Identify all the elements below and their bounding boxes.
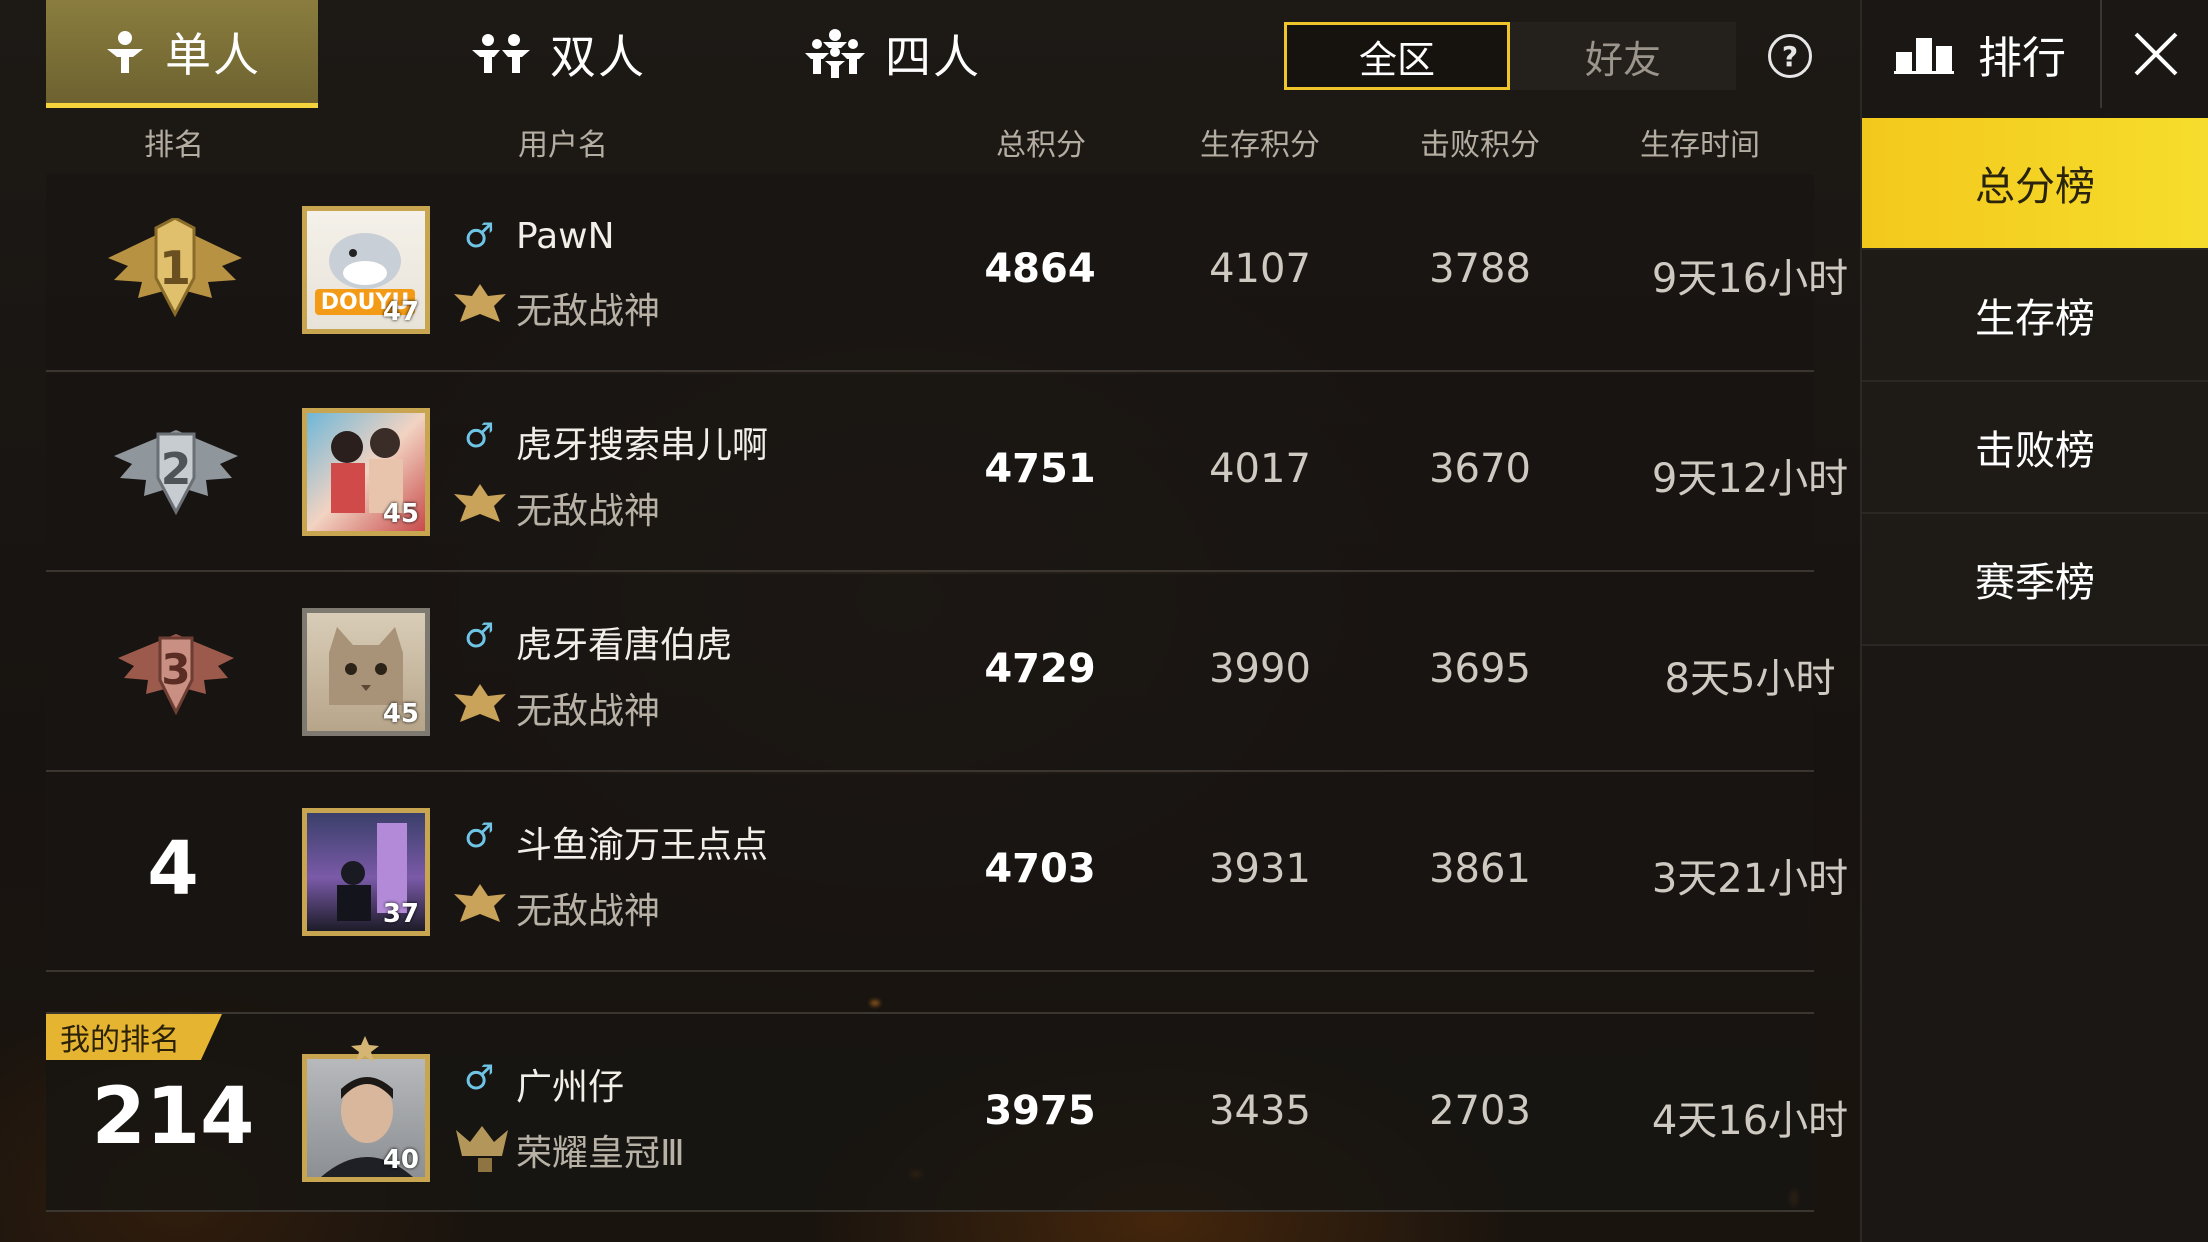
kill-score: 2703 [1429,1088,1531,1134]
kill-score: 3670 [1429,446,1531,492]
level-badge: 45 [382,499,419,529]
level-badge: 40 [382,1145,419,1175]
tier-emblem-icon [454,684,506,722]
rank-2-silver-wings-icon: 2 [114,430,238,516]
tier-emblem-icon [454,884,506,922]
total-score: 4703 [984,846,1096,892]
panel-header: 排行 [1862,0,2098,108]
ranking-podium-icon [1894,38,1954,74]
rank-3-bronze-wings-icon: 3 [118,634,234,716]
avatar[interactable]: 45 [302,408,430,536]
close-button[interactable] [2100,0,2208,108]
column-header-username: 用户名 [518,128,608,163]
scope-friends-button[interactable]: 好友 [1510,22,1736,90]
kill-score: 3695 [1429,646,1531,692]
kill-score: 3788 [1429,246,1531,292]
squad-players-icon [805,29,865,78]
rank-digit: 2 [161,444,192,495]
kill-score: 3861 [1429,846,1531,892]
table-row[interactable]: 1 DOUYU 47 ♂ PawN 无敌战神 4864 4107 3788 9天… [46,174,1848,372]
tier-emblem-icon [454,284,506,322]
tier-label: 无敌战神 [516,491,661,532]
tab-label: 单人 [165,27,261,82]
my-rank-tag: 我的排名 [46,1014,222,1060]
crown-tier-emblem-icon [456,1126,508,1172]
panel-title: 排行 [1978,33,2066,84]
survival-score: 3435 [1209,1088,1311,1134]
username: 斗鱼渝万王点点 [516,825,769,866]
avatar[interactable]: DOUYU 47 [302,206,430,334]
tab-kill-leaderboard[interactable]: 击败榜 [1862,382,2208,514]
rank-1-gold-wings-icon: 1 [108,218,242,318]
solo-player-icon [107,30,143,73]
rank-number: 4 [147,826,199,912]
tab-squad[interactable]: 四人 [756,0,1028,108]
tab-duo[interactable]: 双人 [422,0,694,108]
tier-label: 无敌战神 [516,291,661,332]
tab-label: 四人 [885,30,981,84]
column-header-rank: 排名 [144,128,204,163]
survival-score: 3990 [1209,646,1311,692]
table-row[interactable]: 4 37 ♂ 斗鱼渝万王点点 无敌战神 4703 3931 3861 3天21小… [46,774,1848,972]
tab-label: 双人 [550,30,646,84]
close-icon [2134,32,2178,76]
mode-tab-bar: 单人 双人 四人 全区 好友 ? [46,0,1814,108]
tier-label: 无敌战神 [516,891,661,932]
total-score: 4751 [984,446,1096,492]
duo-players-icon [472,34,530,73]
rank-digit: 1 [159,241,191,295]
username: PawN [516,216,615,257]
avatar-star-icon [351,1036,379,1062]
tab-total-leaderboard[interactable]: 总分榜 [1862,118,2208,250]
ember-particle [870,1000,880,1006]
table-row[interactable]: 2 45 ♂ 虎牙搜索串儿啊 无敌战神 4751 4017 3670 9天12小… [46,374,1848,572]
total-score: 3975 [984,1088,1096,1134]
my-rank-row[interactable]: 我的排名 214 40 ♂ 广州仔 荣耀皇冠Ⅲ 3975 3435 2703 4… [46,1012,1848,1212]
male-gender-icon: ♂ [464,216,495,256]
rank-digit: 3 [161,645,190,694]
column-header-time: 生存时间 [1640,128,1760,163]
leaderboard-side-panel: 排行 总分榜 生存榜 击败榜 赛季榜 [1860,0,2208,1242]
male-gender-icon: ♂ [464,416,495,456]
column-header-kill: 击败积分 [1420,128,1540,163]
avatar[interactable]: 37 [302,808,430,936]
my-rank-number: 214 [91,1072,255,1162]
tab-season-leaderboard[interactable]: 赛季榜 [1862,514,2208,646]
username: 虎牙看唐伯虎 [516,625,733,666]
survival-score: 4017 [1209,446,1311,492]
male-gender-icon: ♂ [464,1058,495,1098]
level-badge: 37 [382,899,419,929]
username: 虎牙搜索串儿啊 [516,425,769,466]
tier-emblem-icon [454,484,506,522]
survival-score: 4107 [1209,246,1311,292]
survival-score: 3931 [1209,846,1311,892]
male-gender-icon: ♂ [464,616,495,656]
tier-label: 荣耀皇冠Ⅲ [516,1133,685,1174]
level-badge: 45 [382,699,419,729]
total-score: 4729 [984,646,1096,692]
tab-solo[interactable]: 单人 [46,0,318,108]
tab-survival-leaderboard[interactable]: 生存榜 [1862,250,2208,382]
column-header-survival: 生存积分 [1200,128,1320,163]
avatar[interactable]: 40 [302,1054,430,1182]
username: 广州仔 [516,1067,625,1108]
tier-label: 无敌战神 [516,691,661,732]
help-icon[interactable]: ? [1768,34,1812,78]
male-gender-icon: ♂ [464,816,495,856]
column-header-total: 总积分 [996,128,1086,163]
table-row[interactable]: 3 45 ♂ 虎牙看唐伯虎 无敌战神 4729 3990 3695 8天5小时 [46,574,1835,772]
scope-all-button[interactable]: 全区 [1284,22,1510,90]
avatar[interactable]: 45 [302,608,430,736]
total-score: 4864 [984,246,1096,292]
level-badge: 47 [382,297,419,327]
